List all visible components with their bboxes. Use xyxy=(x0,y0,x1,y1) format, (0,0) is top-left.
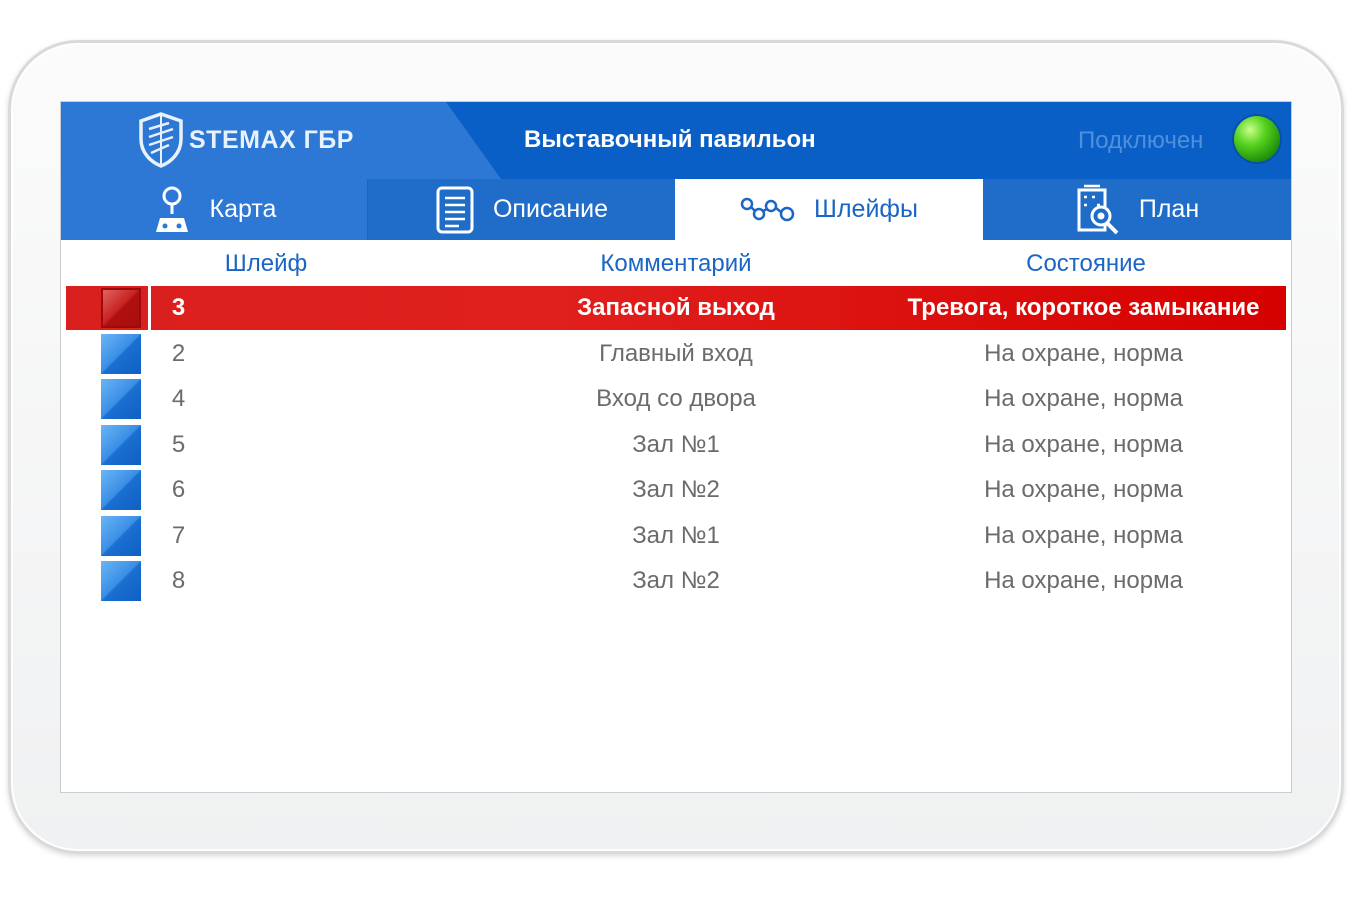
tab-plan[interactable]: План xyxy=(983,179,1291,240)
zone-status-square-icon xyxy=(101,424,141,465)
map-pin-icon xyxy=(152,184,192,236)
zone-status: На охране, норма xyxy=(984,430,1183,458)
tab-plan-label: План xyxy=(1138,195,1200,223)
zone-row[interactable]: 5 Зал №1 На охране, норма xyxy=(66,423,1286,467)
zone-row[interactable]: 2 Главный вход На охране, норма xyxy=(66,332,1286,376)
column-header-status: Состояние xyxy=(1026,250,1146,277)
header-bar: STEMAX ГБР Выставочный павильон Подключе… xyxy=(61,102,1291,179)
zone-status: На охране, норма xyxy=(984,521,1183,549)
zones-chain-icon xyxy=(740,194,796,226)
tab-bar: Карта Описание Шлейфы План xyxy=(61,179,1291,240)
connection-status-label: Подключен xyxy=(1078,127,1204,154)
tab-description-label: Описание xyxy=(492,195,609,223)
zone-status: На охране, норма xyxy=(984,476,1183,503)
column-header-zone: Шлейф xyxy=(224,250,308,277)
zone-status: На охране, норма xyxy=(984,339,1183,367)
zone-number: 3 xyxy=(171,294,186,321)
tab-description[interactable]: Описание xyxy=(368,179,675,240)
zone-status-square-icon xyxy=(101,288,141,328)
zone-status: Тревога, короткое замыкание xyxy=(907,294,1260,321)
logo-text: STEMAX ГБР xyxy=(189,125,354,154)
tab-map-label: Карта xyxy=(209,195,277,223)
zone-comment: Зал №2 xyxy=(632,567,720,594)
tab-zones[interactable]: Шлейфы xyxy=(675,179,983,240)
zone-status: На охране, норма xyxy=(984,567,1183,594)
zone-comment: Главный вход xyxy=(599,339,753,367)
tab-map[interactable]: Карта xyxy=(61,179,368,240)
document-icon xyxy=(435,186,475,234)
app-logo: STEMAX ГБР xyxy=(137,110,354,170)
zone-comment: Зал №1 xyxy=(632,430,720,458)
zone-row-alarm[interactable]: 3 Запасной выход Тревога, короткое замык… xyxy=(66,286,1286,330)
building-plan-icon xyxy=(1075,184,1121,236)
app-screen: STEMAX ГБР Выставочный павильон Подключе… xyxy=(61,102,1291,792)
zone-row[interactable]: 4 Вход со двора На охране, норма xyxy=(66,377,1286,421)
zone-number: 8 xyxy=(171,567,186,594)
zone-number: 5 xyxy=(171,430,186,458)
zone-number: 4 xyxy=(171,385,186,412)
zone-status-square-icon xyxy=(101,379,141,419)
object-title: Выставочный павильон xyxy=(524,126,816,153)
zone-number: 6 xyxy=(171,476,186,503)
zone-row[interactable]: 7 Зал №1 На охране, норма xyxy=(66,514,1286,558)
zone-status-square-icon xyxy=(101,561,141,601)
zone-number: 7 xyxy=(171,521,186,549)
zone-row[interactable]: 8 Зал №2 На охране, норма xyxy=(66,559,1286,603)
zone-status: На охране, норма xyxy=(984,385,1183,412)
zone-row[interactable]: 6 Зал №2 На охране, норма xyxy=(66,468,1286,512)
zone-comment: Запасной выход xyxy=(577,294,775,321)
tab-zones-label: Шлейфы xyxy=(814,195,918,223)
zone-comment: Зал №2 xyxy=(632,476,720,503)
connection-indicator-icon xyxy=(1234,116,1280,162)
shield-logo-icon xyxy=(137,111,185,169)
zone-status-square-icon xyxy=(101,333,141,374)
column-header-comment: Комментарий xyxy=(600,250,752,277)
zone-status-square-icon xyxy=(101,515,141,556)
zone-status-square-icon xyxy=(101,470,141,510)
zone-comment: Вход со двора xyxy=(596,385,756,412)
zone-comment: Зал №1 xyxy=(632,521,720,549)
zone-number: 2 xyxy=(171,339,186,367)
